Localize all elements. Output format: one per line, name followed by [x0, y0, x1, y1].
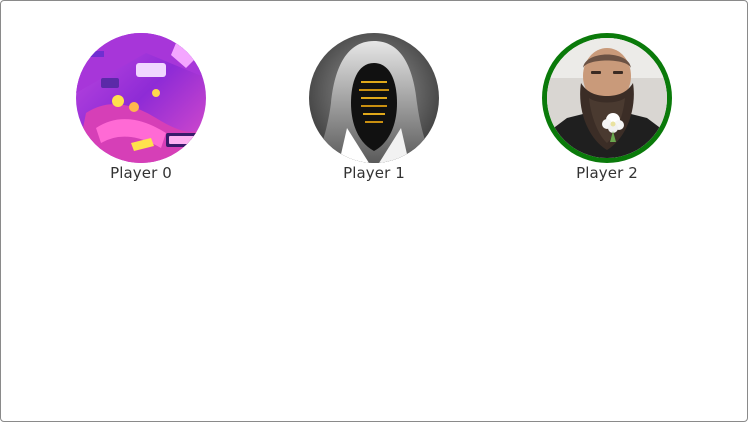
player-name: Player 2	[576, 164, 638, 182]
player-card-2[interactable]: Player 2	[542, 33, 672, 182]
player-card-0[interactable]: Player 0	[76, 33, 206, 182]
game-lobby-panel: Player 0 Player 1 Player 2	[0, 0, 748, 422]
player-name: Player 0	[110, 164, 172, 182]
player-card-1[interactable]: Player 1	[309, 33, 439, 182]
player-name: Player 1	[343, 164, 405, 182]
pinball-artwork-avatar-icon[interactable]	[76, 33, 206, 163]
hooded-hacker-avatar-icon[interactable]	[309, 33, 439, 163]
bearded-man-avatar-icon[interactable]	[542, 33, 672, 163]
